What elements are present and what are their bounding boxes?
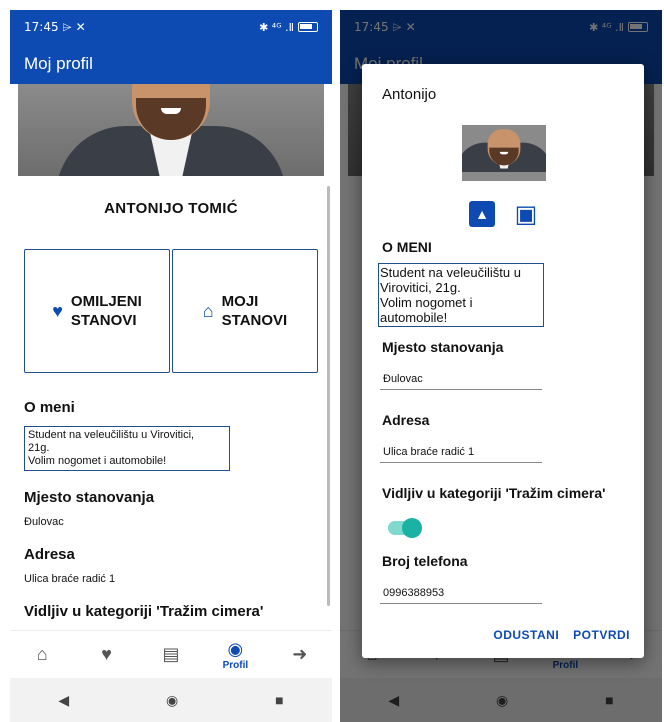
address-title: Adresa [24,546,75,563]
about-line: 21g. [28,442,50,454]
about-line: Virovitici, 21g. [380,280,461,295]
page-title: Moj profil [24,54,93,73]
house-icon: ⌂ [202,300,214,321]
dialog-title: Antonijo [382,86,437,103]
profile-photo[interactable] [18,84,324,176]
dialog-residence-title: Mjesto stanovanja [382,339,504,355]
my-label-line1: MOJI [221,293,259,310]
residence-value: Đulovac [24,516,64,528]
about-line: automobile! [380,310,448,325]
phone-input[interactable]: 0996388953 [380,583,542,604]
my-label-line2: STANOVI [221,312,288,329]
dialog-about-input[interactable]: Student na veleučilištu u Virovitici, 21… [378,263,544,327]
chat-icon: ▤ [162,644,180,664]
dialog-phone-title: Broj telefona [382,553,468,569]
status-icons-right: ✱ ⁴ᴳ .Ⅱ [259,20,294,34]
app-bar: Moj profil [10,44,332,84]
visible-title: Vidljiv u kategoriji 'Tražim cimera' [24,603,264,620]
about-line: Volim nogomet i automobile! [28,455,167,467]
profile-name: ANTONIJO TOMIĆ [104,200,238,217]
home-icon: ⌂ [36,644,48,664]
logout-icon: ➜ [292,644,308,664]
status-bar: 17:45 ⌲ ✕ ✱ ⁴ᴳ .Ⅱ [10,10,332,44]
profile-icon: ◉ [227,638,244,659]
about-line: Volim nogomet i [380,295,473,310]
dialog-visible-toggle[interactable] [388,518,422,538]
confirm-button[interactable]: POTVRDI [573,628,630,642]
address-input[interactable]: Ulica braće radić 1 [380,442,542,463]
home-button[interactable]: ◉ [166,692,178,709]
address-value: Ulica braće radić 1 [24,573,116,585]
heart-icon: ♥ [52,300,63,321]
battery-icon [298,22,318,32]
heart-icon: ♥ [101,644,112,664]
nav-profile-label: Profil [222,659,249,671]
recents-button[interactable]: ■ [275,692,283,708]
nav-logout[interactable]: ➜ [275,644,325,665]
dialog-address-title: Adresa [382,412,430,428]
system-navigation: ◀ ◉ ■ [10,678,332,722]
my-apartments-button[interactable]: ⌂ MOJI STANOVI [172,249,318,373]
nav-messages[interactable]: ▤ [146,644,196,665]
dialog-profile-photo [462,125,546,181]
dialog-visible-title: Vidljiv u kategoriji 'Tražim cimera' [382,485,606,501]
scrollbar[interactable] [327,186,330,606]
about-line: Student na veleučilištu u Virovitici, [28,429,195,441]
residence-title: Mjesto stanovanja [24,489,155,506]
bottom-navigation: ⌂ ♥ ▤ ◉Profil ➜ [10,630,332,678]
profile-screen: 17:45 ⌲ ✕ ✱ ⁴ᴳ .Ⅱ Moj profil ANTONIJO TO… [10,10,332,722]
cancel-button[interactable]: ODUSTANI [493,628,559,642]
status-icons-left: ⌲ ✕ [62,19,86,34]
camera-icon[interactable]: ▣ [513,201,539,228]
favorite-apartments-button[interactable]: ♥ OMILJENI STANOVI [24,249,170,373]
about-text-box: Student na veleučilištu u Virovitici, 21… [24,426,230,471]
nav-home[interactable]: ⌂ [17,644,67,665]
nav-favorites[interactable]: ♥ [82,644,132,665]
favorites-label-line2: STANOVI [70,312,137,329]
edit-profile-screen: 17:45 ⌲ ✕ ✱ ⁴ᴳ .Ⅱ Moj profil ⌂ ♥ ▤ ◉Prof… [340,10,662,722]
dialog-about-title: O MENI [382,239,432,255]
gallery-icon[interactable]: ▲ [469,201,495,227]
about-title: O meni [24,399,75,416]
residence-input[interactable]: Đulovac [380,369,542,390]
about-line: Student na veleučilištu u [380,265,521,280]
status-time: 17:45 [24,19,59,34]
back-button[interactable]: ◀ [58,692,69,709]
edit-profile-dialog: Antonijo ▲ ▣ O MENI Student na veleučili… [362,64,644,658]
profile-content[interactable]: ANTONIJO TOMIĆ ♥ OMILJENI STANOVI ⌂ MOJI S… [18,176,324,636]
nav-profile[interactable]: ◉Profil [210,639,260,671]
favorites-label-line1: OMILJENI [70,293,142,310]
